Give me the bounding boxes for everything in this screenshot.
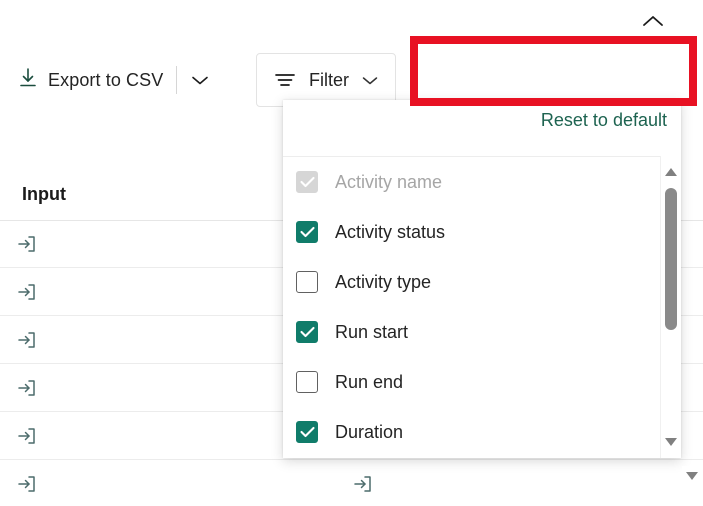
chevron-up-icon[interactable] [636,8,670,34]
panel-header: Reset to default [283,100,681,157]
import-arrow-icon [16,282,38,302]
toolbar-divider [176,66,177,94]
checkbox-checked-disabled-icon [296,171,318,193]
export-to-csv-button[interactable]: Export to CSV [12,58,169,102]
table-row[interactable] [0,460,703,506]
checkbox-unchecked-icon[interactable] [296,371,318,393]
column-header-input: Input [22,184,66,205]
column-options-list: Activity name Activity status Activity t… [283,157,681,457]
filter-chevron-down-icon [361,75,379,86]
import-arrow-icon [16,330,38,350]
column-option-label: Duration [335,422,403,443]
column-option-label: Activity type [335,272,431,293]
import-arrow-icon [16,474,38,494]
column-option-activity-status[interactable]: Activity status [283,207,653,257]
page-scroll-down-triangle-down-icon[interactable] [682,466,702,486]
column-option-duration[interactable]: Duration [283,407,653,457]
filter-label: Filter [309,70,349,91]
import-arrow-icon [352,474,374,494]
scroll-thumb[interactable] [665,188,677,330]
download-icon [18,67,38,94]
column-option-label: Run end [335,372,403,393]
scroll-up-triangle-up-icon[interactable] [661,162,681,182]
export-to-csv-label: Export to CSV [48,70,163,91]
filter-icon [273,70,297,90]
app-stage: Input [0,0,703,506]
column-option-run-start[interactable]: Run start [283,307,653,357]
column-options-panel: Reset to default Activity name Activity … [283,100,681,458]
import-arrow-icon [16,426,38,446]
column-option-run-end[interactable]: Run end [283,357,653,407]
filter-button[interactable]: Filter [256,53,396,107]
checkbox-checked-icon[interactable] [296,421,318,443]
import-arrow-icon [16,378,38,398]
column-option-label: Activity status [335,222,445,243]
checkbox-checked-icon[interactable] [296,321,318,343]
import-arrow-icon [16,234,38,254]
scroll-down-triangle-down-icon[interactable] [661,432,681,452]
checkbox-checked-icon[interactable] [296,221,318,243]
column-option-label: Run start [335,322,408,343]
column-option-label: Activity name [335,172,442,193]
column-option-activity-type[interactable]: Activity type [283,257,653,307]
export-options-chevron-down-icon[interactable] [185,58,215,102]
panel-scrollbar[interactable] [660,156,681,458]
reset-to-default-link[interactable]: Reset to default [541,110,667,131]
column-option-activity-name: Activity name [283,157,653,207]
checkbox-unchecked-icon[interactable] [296,271,318,293]
